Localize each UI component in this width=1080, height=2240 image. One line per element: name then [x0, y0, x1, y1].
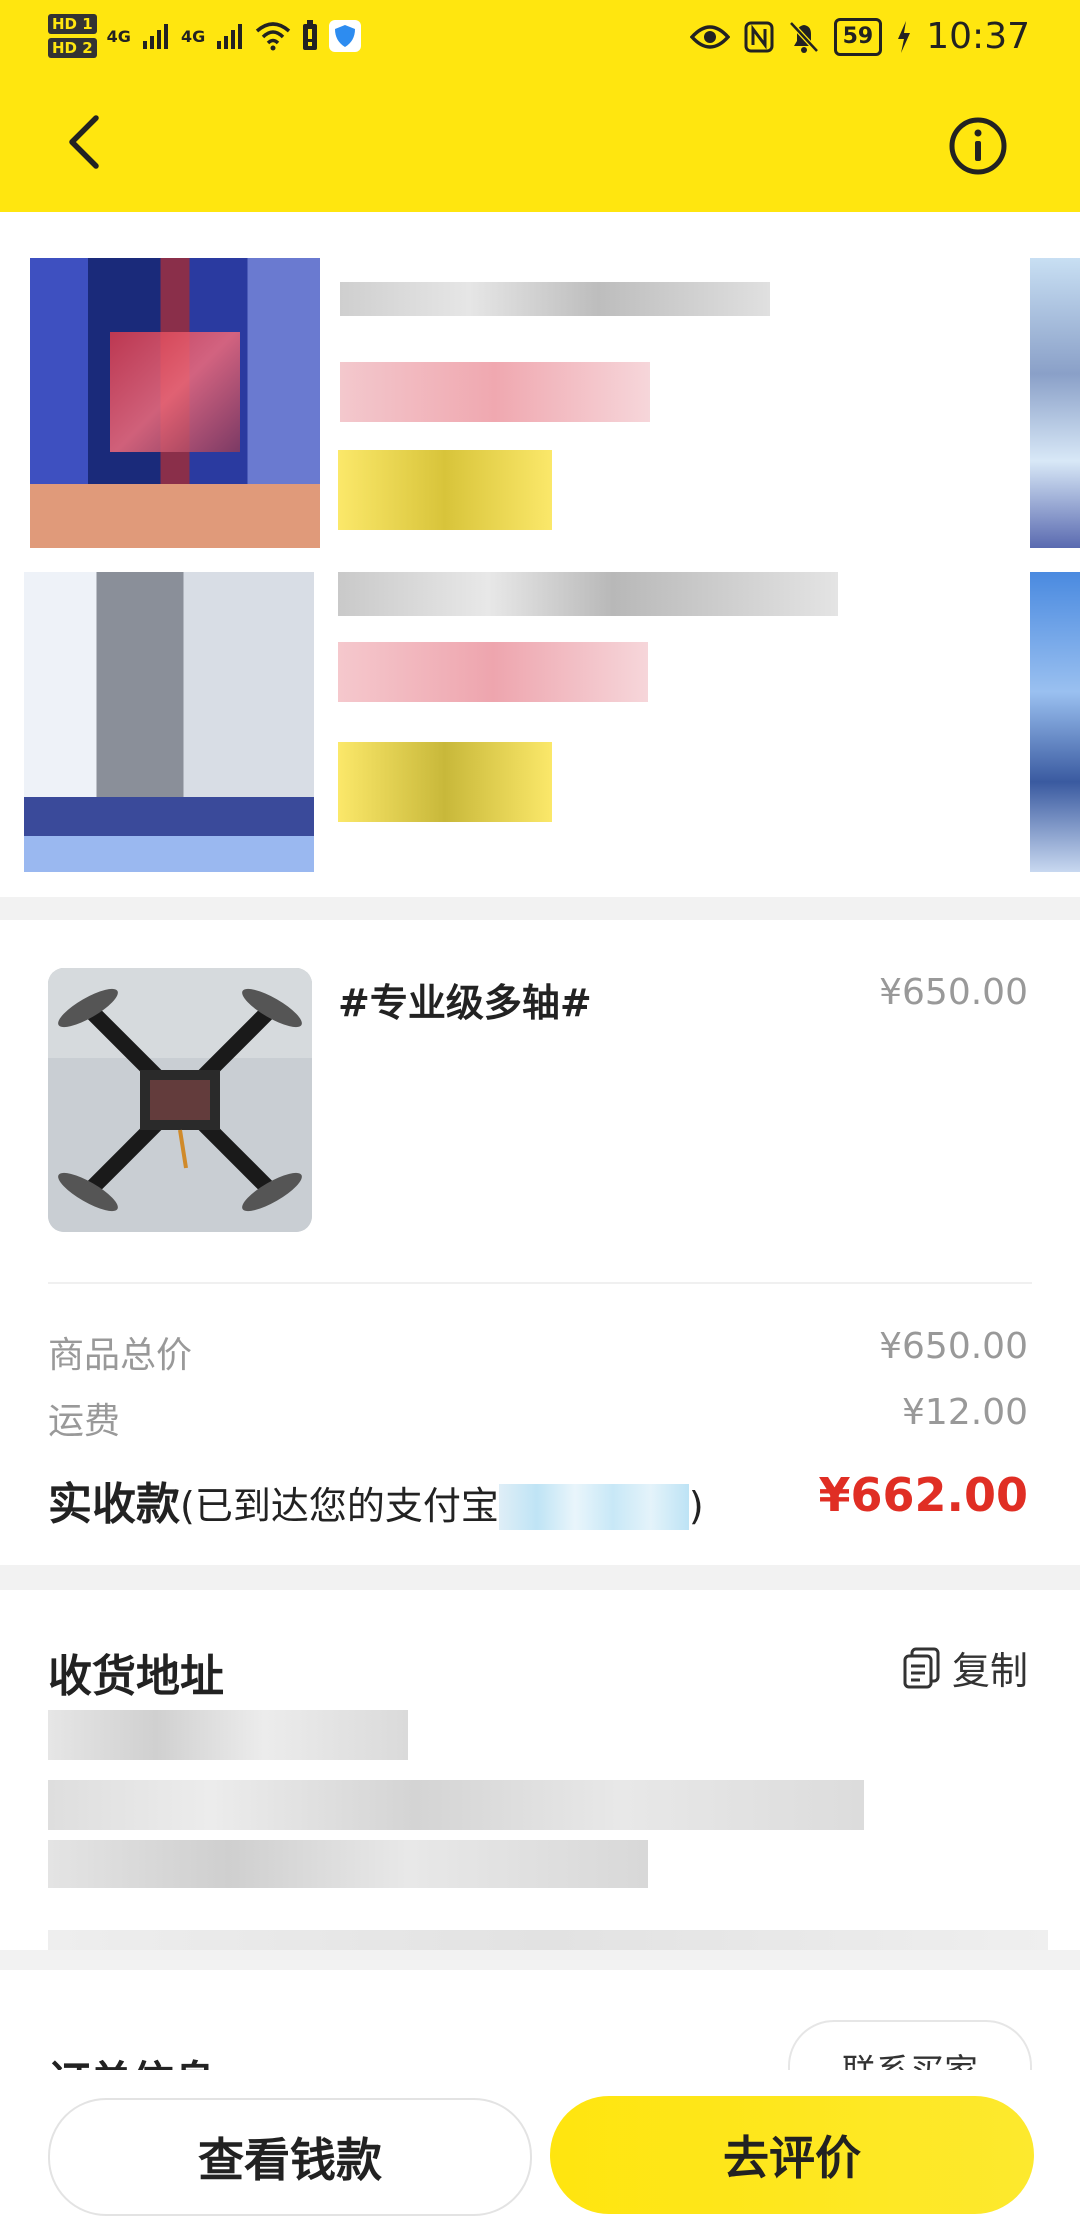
address-card: 收货地址 复制 [0, 1590, 1080, 1950]
pixelated-thumbnail[interactable] [24, 572, 314, 872]
product-name[interactable]: #专业级多轴# [338, 972, 592, 1027]
sim2-label: HD 2 [48, 38, 97, 58]
view-money-button[interactable]: 查看钱款 [48, 2098, 532, 2216]
battery-level: 59 [833, 17, 883, 56]
network2-label: 4G [180, 26, 206, 46]
back-arrow-icon[interactable] [64, 112, 104, 172]
wifi-icon [256, 22, 291, 51]
pixelated-address-line [48, 1780, 864, 1830]
sim1-label: HD 1 [48, 14, 97, 34]
blurred-account [498, 1484, 689, 1530]
product-thumbnail[interactable] [48, 968, 312, 1232]
pixelated-edge [1030, 572, 1080, 872]
order-summary-card: #专业级多轴# ¥650.00 商品总价 ¥650.00 运费 ¥12.00 实… [0, 920, 1080, 1565]
clock: 10:37 [926, 16, 1030, 57]
pixelated-title [340, 282, 770, 316]
pixelated-subtitle [340, 362, 650, 422]
received-value: ¥662.00 [818, 1468, 1028, 1522]
shipping-value: ¥12.00 [902, 1392, 1028, 1433]
review-button[interactable]: 去评价 [550, 2096, 1034, 2214]
battery-saver-icon [303, 20, 318, 50]
drone-image [48, 968, 312, 1232]
signal-icon [217, 24, 243, 49]
subtotal-value: ¥650.00 [879, 1326, 1028, 1367]
charging-icon [898, 20, 911, 53]
pixelated-subtitle [338, 642, 648, 702]
address-title: 收货地址 [48, 1651, 224, 1702]
network1-label: 4G [106, 26, 131, 46]
status-bar: HD 1 HD 2 4G 4G 59 10:37 [0, 0, 1080, 80]
received-label: 实收款 [48, 1479, 180, 1530]
mute-bell-icon [788, 20, 819, 53]
copy-button[interactable]: 复制 [902, 1640, 1028, 1695]
pixelated-address-line [48, 1930, 1048, 1950]
subtotal-label: 商品总价 [48, 1335, 193, 1376]
pixelated-overlay [110, 332, 240, 452]
recommendation-card [0, 212, 1080, 897]
eye-icon [689, 24, 730, 49]
status-right: 59 10:37 [689, 16, 1030, 57]
status-left: HD 1 HD 2 4G 4G [48, 14, 362, 58]
pixelated-address-line [48, 1840, 648, 1888]
pixelated-address-name [48, 1710, 408, 1760]
copy-icon [903, 1647, 940, 1688]
shield-icon [329, 20, 362, 52]
signal-icon [142, 24, 168, 49]
copy-label: 复制 [951, 1649, 1028, 1693]
sim-indicators: HD 1 HD 2 [48, 14, 97, 58]
divider [48, 1282, 1032, 1284]
pixelated-title [338, 572, 838, 616]
bottom-action-bar: 查看钱款 去评价 [0, 2070, 1080, 2240]
nfc-icon [744, 21, 774, 52]
top-bar: HD 1 HD 2 4G 4G 59 10:37 [0, 0, 1080, 212]
product-price: ¥650.00 [879, 972, 1028, 1013]
received-label-group: 实收款(已到达您的支付宝) [48, 1468, 704, 1532]
received-note: (已到达您的支付宝 [180, 1484, 499, 1528]
pixelated-price [338, 742, 552, 822]
pixelated-price [338, 450, 552, 530]
shipping-label: 运费 [48, 1401, 121, 1442]
info-icon[interactable] [948, 116, 1008, 176]
pixelated-edge [1030, 258, 1080, 548]
received-note-close: ) [688, 1484, 704, 1528]
